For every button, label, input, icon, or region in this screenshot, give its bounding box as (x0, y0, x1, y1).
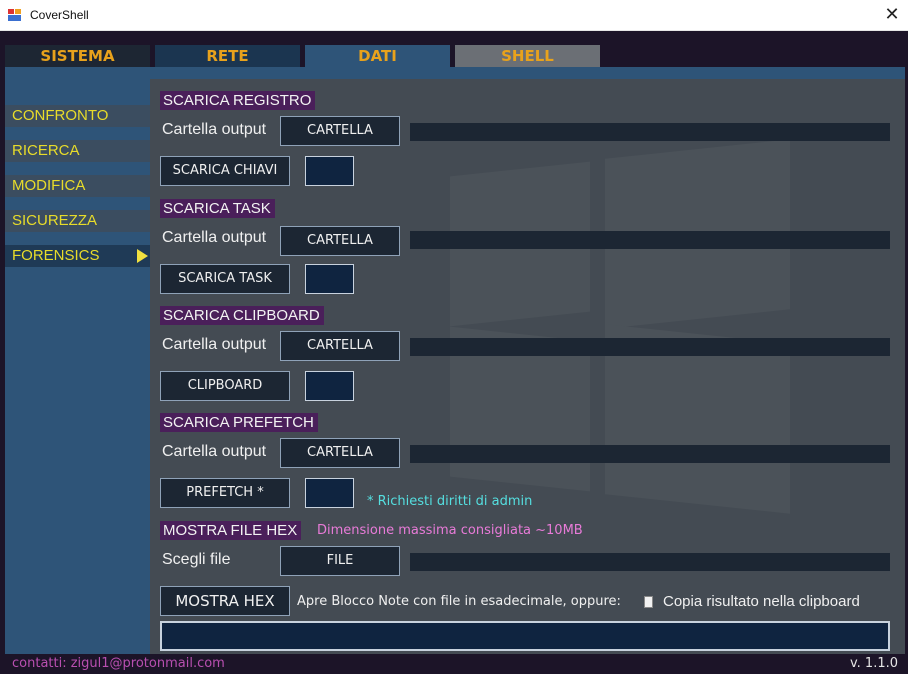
tab-underline (5, 67, 905, 79)
task-folder-button[interactable]: CARTELLA (280, 226, 400, 256)
section-title-prefetch: SCARICA PREFETCH (160, 413, 318, 432)
output-folder-label: Cartella output (162, 229, 267, 246)
title-bar: CoverShell ✕ (0, 0, 908, 31)
window-title: CoverShell (30, 8, 89, 22)
version-text: v. 1.1.0 (849, 656, 898, 671)
max-size-note: Dimensione massima consigliata ~10MB (317, 523, 583, 538)
tab-shell[interactable]: SHELL (455, 45, 600, 67)
file-button[interactable]: FILE (280, 546, 400, 576)
clipboard-folder-button[interactable]: CARTELLA (280, 331, 400, 361)
clipboard-button[interactable]: CLIPBOARD (160, 371, 290, 401)
sidebar-item-label: SICUREZZA (12, 212, 98, 229)
clipboard-output-path[interactable] (410, 338, 890, 356)
scarica-chiavi-button[interactable]: SCARICA CHIAVI (160, 156, 290, 186)
footer: contatti: zigul1@protonmail.com v. 1.1.0 (0, 654, 908, 674)
hex-output-field[interactable] (160, 621, 890, 651)
output-folder-label: Cartella output (162, 336, 267, 353)
output-folder-label: Cartella output (162, 443, 267, 460)
tab-rete[interactable]: RETE (155, 45, 300, 67)
output-folder-label: Cartella output (162, 121, 267, 138)
sidebar-item-ricerca[interactable]: RICERCA (5, 140, 150, 162)
admin-rights-note: * Richiesti diritti di admin (367, 494, 533, 509)
sidebar-item-forensics[interactable]: FORENSICS (5, 245, 150, 267)
section-title-hex: MOSTRA FILE HEX (160, 521, 302, 540)
prefetch-output-path[interactable] (410, 445, 890, 463)
mostra-hex-button[interactable]: MOSTRA HEX (160, 586, 290, 616)
task-status-box (305, 264, 354, 294)
sidebar-item-label: MODIFICA (12, 177, 86, 194)
sidebar-item-label: CONFRONTO (12, 107, 109, 124)
tab-dati[interactable]: DATI (305, 45, 450, 67)
copy-clipboard-checkbox[interactable] (644, 596, 653, 608)
section-title-clipboard: SCARICA CLIPBOARD (160, 306, 324, 325)
sidebar-item-label: RICERCA (12, 142, 80, 159)
hex-file-path[interactable] (410, 553, 890, 571)
clipboard-status-box (305, 371, 354, 401)
app-icon (8, 9, 22, 21)
sidebar-item-sicurezza[interactable]: SICUREZZA (5, 210, 150, 232)
sidebar: CONFRONTO RICERCA MODIFICA SICUREZZA FOR… (5, 79, 150, 654)
choose-file-label: Scegli file (162, 551, 231, 568)
registro-output-path[interactable] (410, 123, 890, 141)
selected-arrow-icon (137, 249, 148, 263)
prefetch-status-box (305, 478, 354, 508)
registro-folder-button[interactable]: CARTELLA (280, 116, 400, 146)
sidebar-item-label: FORENSICS (12, 247, 100, 264)
task-output-path[interactable] (410, 231, 890, 249)
copy-clipboard-label[interactable]: Copia risultato nella clipboard (663, 593, 860, 610)
prefetch-folder-button[interactable]: CARTELLA (280, 438, 400, 468)
section-title-registro: SCARICA REGISTRO (160, 91, 316, 110)
hex-description: Apre Blocco Note con file in esadecimale… (297, 594, 621, 609)
contact-text[interactable]: contatti: zigul1@protonmail.com (12, 656, 225, 671)
sidebar-item-confronto[interactable]: CONFRONTO (5, 105, 150, 127)
prefetch-button[interactable]: PREFETCH * (160, 478, 290, 508)
scarica-task-button[interactable]: SCARICA TASK (160, 264, 290, 294)
registro-status-box (305, 156, 354, 186)
sidebar-item-modifica[interactable]: MODIFICA (5, 175, 150, 197)
tab-sistema[interactable]: SISTEMA (5, 45, 150, 67)
close-icon[interactable]: ✕ (876, 0, 908, 31)
section-title-task: SCARICA TASK (160, 199, 275, 218)
